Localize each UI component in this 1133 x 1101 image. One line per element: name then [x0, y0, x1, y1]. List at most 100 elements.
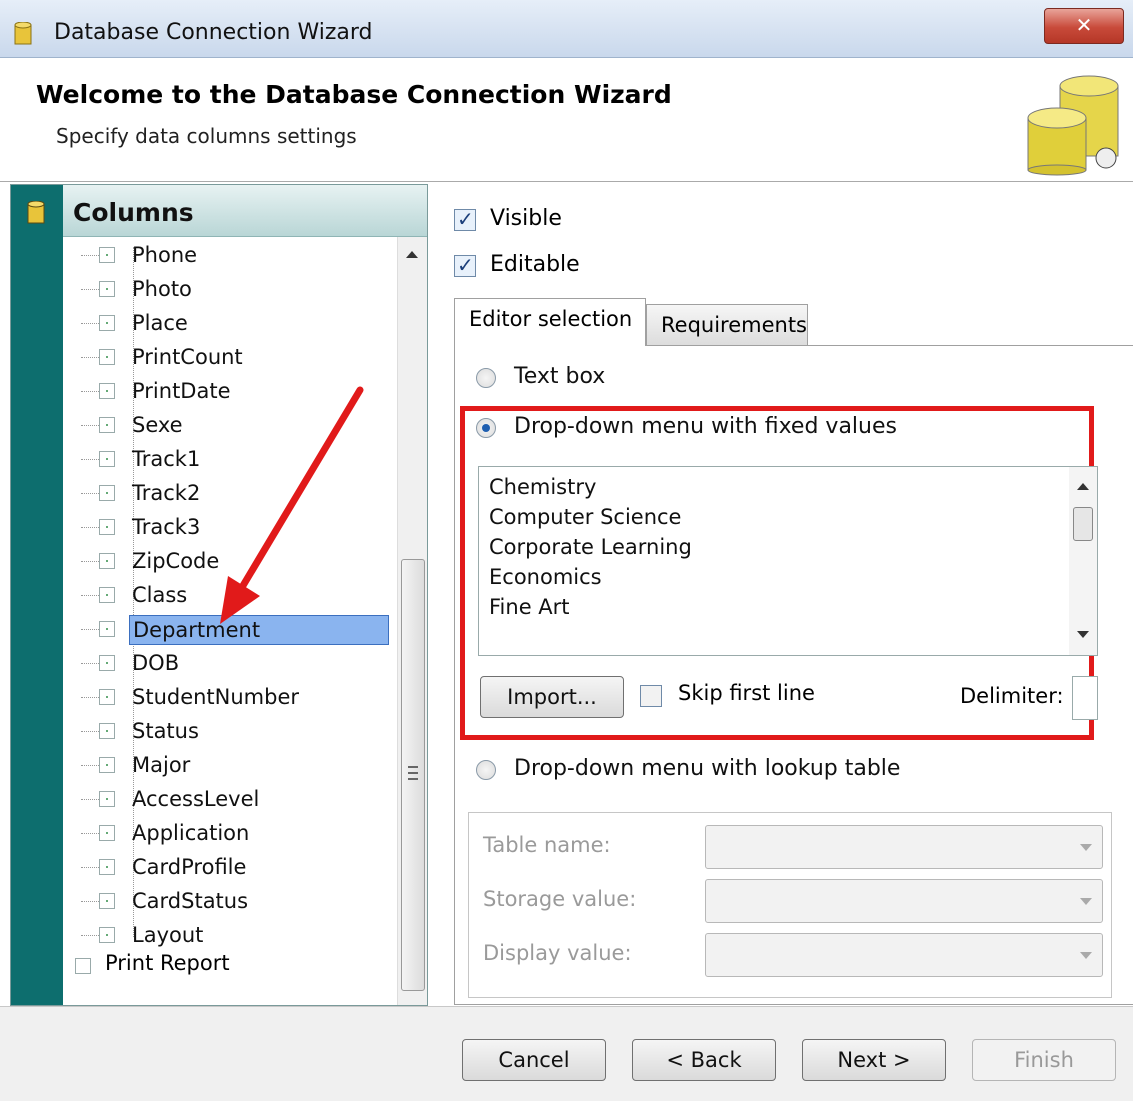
- tree-item-label: Sexe: [132, 413, 183, 437]
- tree-item[interactable]: Class: [63, 581, 397, 611]
- list-scrollbar[interactable]: [1069, 467, 1097, 655]
- tab-requirements[interactable]: Requirements: [646, 304, 808, 346]
- tab-bar: Editor selection Requirements: [454, 298, 1133, 346]
- display-value-select[interactable]: [705, 933, 1103, 977]
- expand-icon[interactable]: [99, 655, 115, 671]
- expand-icon[interactable]: [99, 281, 115, 297]
- expand-icon[interactable]: [99, 349, 115, 365]
- finish-button[interactable]: Finish: [972, 1039, 1116, 1081]
- tree-item[interactable]: Track2: [63, 479, 397, 509]
- columns-scrollbar[interactable]: [397, 237, 427, 1005]
- list-item[interactable]: Computer Science: [489, 505, 681, 529]
- cancel-button[interactable]: Cancel: [462, 1039, 606, 1081]
- scroll-up-icon[interactable]: [1077, 483, 1089, 490]
- expand-icon[interactable]: [99, 825, 115, 841]
- tree-connector: [81, 765, 99, 766]
- table-name-label: Table name:: [483, 833, 611, 857]
- tree-item[interactable]: Track1: [63, 445, 397, 475]
- tree-item[interactable]: CardProfile: [63, 853, 397, 883]
- tree-connector: [81, 391, 99, 392]
- editable-checkbox[interactable]: [454, 253, 476, 277]
- scroll-thumb[interactable]: [1073, 507, 1093, 541]
- tree-item[interactable]: PrintDate: [63, 377, 397, 407]
- tree-item[interactable]: Phone: [63, 241, 397, 271]
- tree-item-label: Phone: [132, 243, 198, 267]
- expand-icon[interactable]: [99, 553, 115, 569]
- sidebar-strip: [11, 185, 63, 1005]
- list-item[interactable]: Chemistry: [489, 475, 596, 499]
- tree-connector: [81, 527, 99, 528]
- expand-icon[interactable]: [99, 485, 115, 501]
- tree-item[interactable]: CardStatus: [63, 887, 397, 917]
- delimiter-input[interactable]: [1072, 676, 1098, 720]
- expand-icon[interactable]: [99, 927, 115, 943]
- import-button[interactable]: Import...: [480, 676, 624, 718]
- tree-item[interactable]: Layout: [63, 921, 397, 951]
- lookup-table-radio[interactable]: [476, 760, 496, 780]
- close-button[interactable]: ✕: [1044, 8, 1124, 44]
- tree-item-label: Major: [132, 753, 191, 777]
- text-box-radio[interactable]: [476, 368, 496, 388]
- tree-item[interactable]: ZipCode: [63, 547, 397, 577]
- tree-item[interactable]: Application: [63, 819, 397, 849]
- next-button[interactable]: Next >: [802, 1039, 946, 1081]
- tree-item-label: CardProfile: [132, 855, 247, 879]
- tree-item[interactable]: AccessLevel: [63, 785, 397, 815]
- tree-item-label: Layout: [132, 923, 204, 947]
- list-item[interactable]: Fine Art: [489, 595, 570, 619]
- tree-connector: [81, 867, 99, 868]
- display-value-label: Display value:: [483, 941, 632, 965]
- tree-item[interactable]: Track3: [63, 513, 397, 543]
- tree-item[interactable]: Status: [63, 717, 397, 747]
- tree-item-label: PrintDate: [132, 379, 231, 403]
- expand-icon[interactable]: [99, 451, 115, 467]
- tab-editor-selection[interactable]: Editor selection: [454, 298, 646, 346]
- tree-connector: [81, 357, 99, 358]
- expand-icon[interactable]: [99, 723, 115, 739]
- tree-item[interactable]: DOB: [63, 649, 397, 679]
- page-title: Welcome to the Database Connection Wizar…: [36, 80, 672, 109]
- tree-item-label: CardStatus: [132, 889, 249, 913]
- expand-icon[interactable]: [99, 621, 115, 637]
- table-name-select[interactable]: [705, 825, 1103, 869]
- expand-icon[interactable]: [99, 315, 115, 331]
- columns-title: Columns: [73, 198, 194, 227]
- chevron-down-icon: [1080, 952, 1092, 959]
- tree-item[interactable]: Department: [63, 615, 397, 645]
- list-item[interactable]: Economics: [489, 565, 602, 589]
- expand-icon[interactable]: [99, 893, 115, 909]
- expand-icon[interactable]: [75, 958, 91, 974]
- columns-header: Columns: [63, 185, 427, 237]
- tree-item[interactable]: Sexe: [63, 411, 397, 441]
- tree-item[interactable]: PrintCount: [63, 343, 397, 373]
- page-subtitle: Specify data columns settings: [56, 124, 357, 148]
- tree-item[interactable]: Major: [63, 751, 397, 781]
- tree-item-label: Track1: [132, 447, 201, 471]
- scroll-thumb[interactable]: [401, 559, 425, 991]
- storage-value-select[interactable]: [705, 879, 1103, 923]
- tree-item[interactable]: StudentNumber: [63, 683, 397, 713]
- expand-icon[interactable]: [99, 689, 115, 705]
- fixed-values-list[interactable]: Chemistry Computer Science Corporate Lea…: [478, 466, 1098, 656]
- tree-item-label: PrintCount: [132, 345, 243, 369]
- scroll-up-icon[interactable]: [406, 251, 418, 258]
- visible-checkbox[interactable]: [454, 207, 476, 231]
- expand-icon[interactable]: [99, 587, 115, 603]
- expand-icon[interactable]: [99, 417, 115, 433]
- expand-icon[interactable]: [99, 519, 115, 535]
- tree-connector: [81, 289, 99, 290]
- tree-item-label: Photo: [132, 277, 192, 301]
- tree-item[interactable]: Photo: [63, 275, 397, 305]
- skip-first-line-checkbox[interactable]: [640, 685, 662, 707]
- expand-icon[interactable]: [99, 247, 115, 263]
- expand-icon[interactable]: [99, 791, 115, 807]
- list-item[interactable]: Corporate Learning: [489, 535, 692, 559]
- expand-icon[interactable]: [99, 859, 115, 875]
- back-button[interactable]: < Back: [632, 1039, 776, 1081]
- expand-icon[interactable]: [99, 757, 115, 773]
- expand-icon[interactable]: [99, 383, 115, 399]
- delimiter-label: Delimiter:: [960, 684, 1064, 708]
- fixed-values-radio[interactable]: [476, 418, 496, 438]
- tree-item[interactable]: Place: [63, 309, 397, 339]
- scroll-down-icon[interactable]: [1077, 631, 1089, 638]
